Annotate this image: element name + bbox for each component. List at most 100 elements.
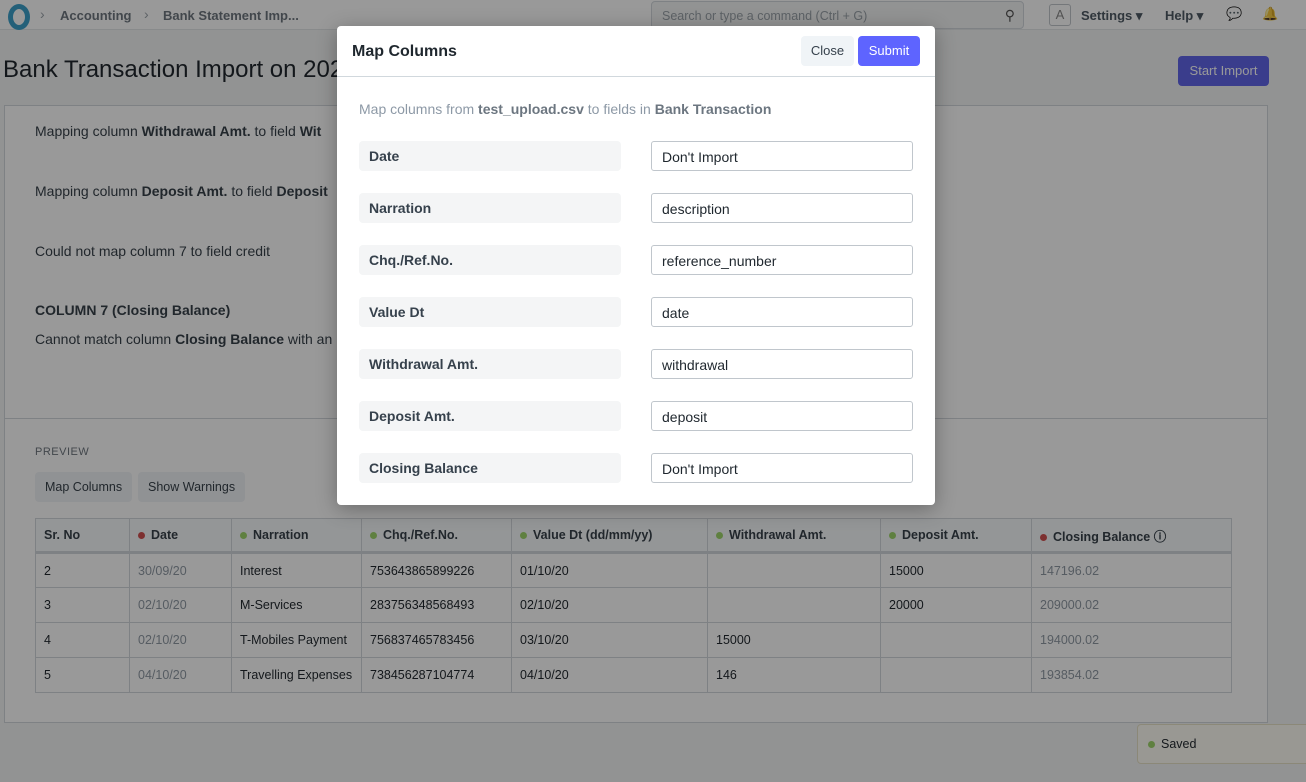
log-message: Mapping column Withdrawal Amt. to field …: [35, 123, 322, 139]
column-header-label: Withdrawal Amt.: [729, 528, 827, 542]
warning-icon[interactable]: ⓘ: [1150, 530, 1167, 544]
table-cell: M-Services: [231, 587, 362, 623]
table-cell: 30/09/20: [129, 552, 232, 588]
column-header[interactable]: Chq./Ref.No.: [361, 518, 512, 554]
column-header-label: Narration: [253, 528, 309, 542]
field-mapping-select[interactable]: withdrawal: [651, 349, 913, 379]
status-dot-icon: [1148, 741, 1155, 749]
field-mapping-select[interactable]: deposit: [651, 401, 913, 431]
log-message: Mapping column Deposit Amt. to field Dep…: [35, 183, 328, 199]
column-header[interactable]: Date: [129, 518, 232, 554]
table-cell: [880, 622, 1032, 658]
field-mapping-select[interactable]: Don't Import: [651, 453, 913, 483]
field-label: Closing Balance: [359, 453, 621, 483]
table-cell: Travelling Expenses: [231, 657, 362, 693]
show-warnings-button[interactable]: Show Warnings: [138, 472, 246, 502]
table-cell: 4: [35, 622, 130, 658]
settings-label: Settings: [1081, 8, 1133, 23]
saved-toast: Saved: [1137, 724, 1306, 764]
close-button[interactable]: Close: [801, 36, 854, 66]
chevron-right-icon: ›: [40, 6, 45, 22]
table-cell: 15000: [707, 622, 881, 658]
table-cell: 283756348568493: [361, 587, 512, 623]
column-header-label: Chq./Ref.No.: [383, 528, 458, 542]
toast-text: Saved: [1161, 737, 1197, 751]
column-header-label: Sr. No: [44, 528, 81, 542]
table-cell: 738456287104774: [361, 657, 512, 693]
breadcrumb-accounting[interactable]: Accounting: [60, 8, 132, 23]
preview-label: PREVIEW: [35, 446, 90, 458]
table-cell: 147196.02: [1031, 552, 1232, 588]
table-cell: [707, 587, 881, 623]
column-header[interactable]: Withdrawal Amt.: [707, 518, 881, 554]
table-cell: 753643865899226: [361, 552, 512, 588]
ok-dot-icon: [716, 532, 723, 540]
table-cell: 146: [707, 657, 881, 693]
table-cell: 04/10/20: [129, 657, 232, 693]
column-header-label: Closing Balance: [1053, 529, 1151, 544]
table-row: 3 02/10/20 M-Services 283756348568493 02/10/…: [35, 587, 1232, 623]
field-mapping-select[interactable]: description: [651, 193, 913, 223]
field-mapping-select[interactable]: Don't Import: [651, 141, 913, 171]
map-columns-dialog: Map Columns Close Submit Map columns fro…: [337, 26, 935, 505]
field-label: Deposit Amt.: [359, 401, 621, 431]
column-header-label: Deposit Amt.: [902, 528, 979, 542]
column-header[interactable]: Sr. No: [35, 518, 130, 554]
table-cell: 3: [35, 587, 130, 623]
field-mapping-select[interactable]: date: [651, 297, 913, 327]
table-cell: [707, 552, 881, 588]
table-row: 5 04/10/20 Travelling Expenses 738456287104…: [35, 657, 1232, 693]
table-cell: 02/10/20: [129, 622, 232, 658]
warning-heading: COLUMN 7 (Closing Balance): [35, 302, 231, 318]
app-logo[interactable]: [8, 4, 30, 30]
field-label: Narration: [359, 193, 621, 223]
table-cell: 02/10/20: [129, 587, 232, 623]
dialog-header: Map Columns Close Submit: [337, 26, 935, 77]
column-header-label: Value Dt (dd/mm/yy): [533, 528, 653, 542]
chat-icon[interactable]: 💬: [1226, 6, 1242, 22]
table-cell: 5: [35, 657, 130, 693]
column-header[interactable]: Closing Balance ⓘ: [1031, 518, 1232, 554]
table-cell: 04/10/20: [511, 657, 708, 693]
dialog-description: Map columns from test_upload.csv to fiel…: [359, 101, 772, 117]
settings-menu[interactable]: Settings ▾: [1081, 8, 1142, 24]
help-menu[interactable]: Help ▾: [1165, 8, 1203, 24]
help-label: Help: [1165, 8, 1194, 23]
field-mapping-select[interactable]: reference_number: [651, 245, 913, 275]
table-cell: [880, 657, 1032, 693]
log-message: Could not map column 7 to field credit: [35, 243, 271, 259]
start-import-button[interactable]: Start Import: [1178, 56, 1269, 86]
preview-table: Sr. No Date Narration Chq./Ref.No. Value Dt …: [35, 518, 1232, 693]
field-label: Chq./Ref.No.: [359, 245, 621, 275]
search-input[interactable]: Search or type a command (Ctrl + G) ⚲: [651, 1, 1024, 29]
table-cell: 209000.02: [1031, 587, 1232, 623]
column-header[interactable]: Deposit Amt.: [880, 518, 1032, 554]
column-header[interactable]: Narration: [231, 518, 362, 554]
field-label: Date: [359, 141, 621, 171]
avatar[interactable]: A: [1049, 4, 1071, 26]
table-cell: 2: [35, 552, 130, 588]
ok-dot-icon: [520, 532, 527, 540]
field-label: Value Dt: [359, 297, 621, 327]
column-header[interactable]: Value Dt (dd/mm/yy): [511, 518, 708, 554]
dialog-title: Map Columns: [352, 43, 457, 60]
submit-button[interactable]: Submit: [858, 36, 920, 66]
table-cell: 756837465783456: [361, 622, 512, 658]
table-cell: 03/10/20: [511, 622, 708, 658]
chevron-right-icon: ›: [144, 6, 149, 22]
table-cell: T-Mobiles Payment: [231, 622, 362, 658]
table-row: 2 30/09/20 Interest 753643865899226 01/10/20…: [35, 552, 1232, 588]
ok-dot-icon: [370, 532, 377, 540]
error-dot-icon: [1040, 533, 1047, 541]
column-header-label: Date: [151, 528, 179, 542]
bell-icon[interactable]: 🔔: [1262, 6, 1278, 22]
map-columns-button[interactable]: Map Columns: [35, 472, 133, 502]
search-placeholder: Search or type a command (Ctrl + G): [662, 9, 868, 23]
table-cell: Interest: [231, 552, 362, 588]
table-row: 4 02/10/20 T-Mobiles Payment 75683746578345…: [35, 622, 1232, 658]
table-cell: 194000.02: [1031, 622, 1232, 658]
table-cell: 01/10/20: [511, 552, 708, 588]
search-icon: ⚲: [1004, 7, 1015, 23]
breadcrumb-bank-statement[interactable]: Bank Statement Imp...: [163, 8, 299, 23]
ok-dot-icon: [889, 532, 896, 540]
